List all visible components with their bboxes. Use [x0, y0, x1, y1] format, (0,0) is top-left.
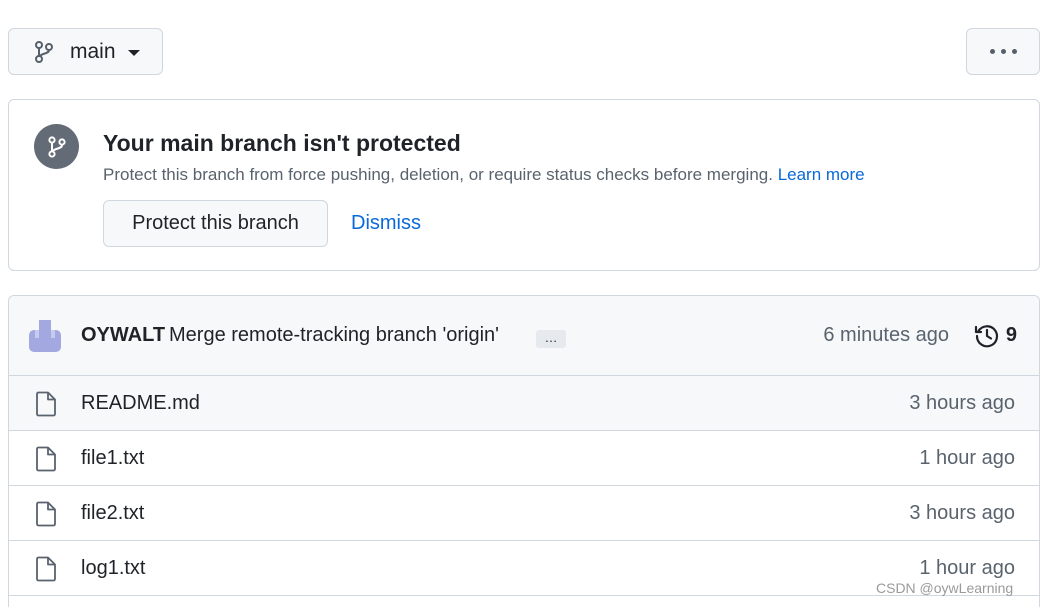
- latest-commit-row: OYWALT Merge remote-tracking branch 'ori…: [9, 296, 1039, 376]
- learn-more-link[interactable]: Learn more: [778, 165, 865, 184]
- file-row[interactable]: file2.txt 3 hours ago: [9, 486, 1039, 541]
- banner-description: Protect this branch from force pushing, …: [103, 165, 865, 185]
- file-list-table: OYWALT Merge remote-tracking branch 'ori…: [8, 295, 1040, 607]
- file-name-link[interactable]: README.md: [81, 392, 200, 415]
- file-row[interactable]: README.md 3 hours ago: [9, 376, 1039, 431]
- chevron-down-icon: [127, 49, 140, 56]
- kebab-horizontal-icon: [989, 49, 995, 54]
- banner-description-text: Protect this branch from force pushing, …: [103, 165, 773, 184]
- expand-commit-message-button[interactable]: …: [536, 330, 566, 348]
- branch-protection-banner: Your main branch isn't protected Protect…: [8, 99, 1040, 271]
- file-updated-time: 3 hours ago: [909, 391, 1015, 414]
- branch-name: main: [70, 39, 116, 63]
- file-updated-time: 1 hour ago: [919, 556, 1015, 579]
- file-row[interactable]: file1.txt 1 hour ago: [9, 431, 1039, 486]
- commit-author-link[interactable]: OYWALT: [81, 324, 165, 347]
- history-icon: [974, 323, 1000, 349]
- commit-message-link[interactable]: Merge remote-tracking branch 'origin': [169, 324, 499, 347]
- file-icon: [35, 391, 57, 417]
- git-branch-icon: [34, 124, 79, 169]
- watermark: CSDN @oywLearning: [876, 580, 1014, 596]
- file-icon: [35, 446, 57, 472]
- protect-branch-button[interactable]: Protect this branch: [103, 200, 328, 247]
- banner-title: Your main branch isn't protected: [103, 130, 461, 156]
- commit-count: 9: [1005, 324, 1017, 346]
- file-updated-time: 1 hour ago: [919, 446, 1015, 469]
- repository-code-page: main Your main branch isn't protected Pr…: [0, 0, 1044, 607]
- file-name-link[interactable]: file1.txt: [81, 447, 144, 470]
- avatar[interactable]: [29, 320, 61, 352]
- file-name-link[interactable]: file2.txt: [81, 502, 144, 525]
- file-name-link[interactable]: log1.txt: [81, 557, 145, 580]
- file-icon: [35, 501, 57, 527]
- commit-time: 6 minutes ago: [823, 324, 949, 346]
- file-icon: [35, 556, 57, 582]
- git-branch-icon: [34, 40, 56, 64]
- more-options-button[interactable]: [966, 28, 1040, 75]
- dismiss-button[interactable]: Dismiss: [351, 200, 421, 247]
- commit-history-link[interactable]: 9: [974, 323, 1017, 349]
- file-updated-time: 3 hours ago: [909, 501, 1015, 524]
- branch-selector-button[interactable]: main: [8, 28, 163, 75]
